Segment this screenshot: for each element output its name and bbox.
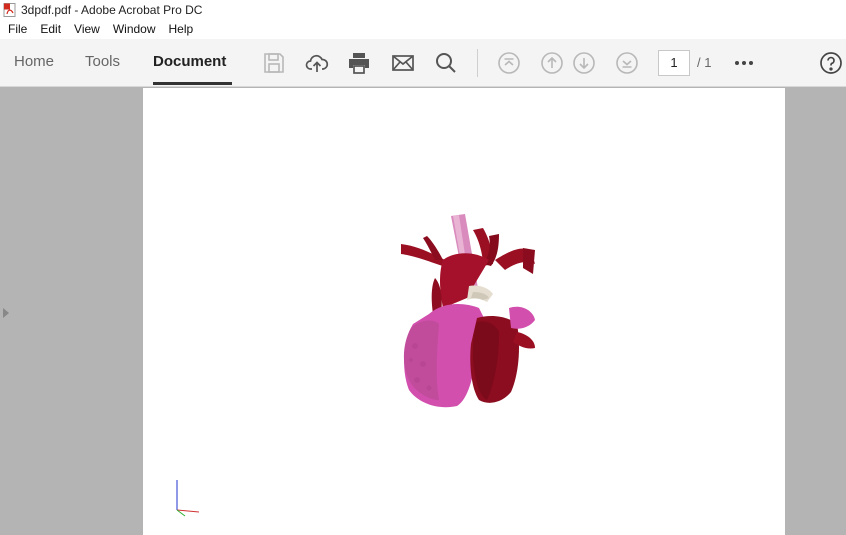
toolbar-separator <box>477 49 478 77</box>
envelope-icon[interactable] <box>391 51 415 75</box>
menu-edit[interactable]: Edit <box>40 22 61 36</box>
tab-tools[interactable]: Tools <box>85 53 120 70</box>
menu-help[interactable]: Help <box>169 22 194 36</box>
search-icon[interactable] <box>434 51 458 75</box>
menu-window[interactable]: Window <box>113 22 156 36</box>
help-icon[interactable] <box>819 51 843 75</box>
print-icon[interactable] <box>347 51 371 75</box>
menu-view[interactable]: View <box>74 22 100 36</box>
save-icon[interactable] <box>262 51 286 75</box>
tab-home[interactable]: Home <box>14 53 54 70</box>
menu-bar: File Edit View Window Help <box>0 19 846 39</box>
pdf-file-icon <box>3 2 17 17</box>
toolbar: Home Tools Document 1 / 1 <box>0 39 846 87</box>
cloud-upload-icon[interactable] <box>305 51 329 75</box>
window-title: 3dpdf.pdf - Adobe Acrobat Pro DC <box>21 2 203 17</box>
arrow-down-icon[interactable] <box>572 51 596 75</box>
document-page[interactable] <box>143 88 785 535</box>
more-icon[interactable] <box>732 51 756 75</box>
last-page-icon[interactable] <box>615 51 639 75</box>
menu-file[interactable]: File <box>8 22 27 36</box>
expand-panel-arrow-icon[interactable] <box>3 308 9 318</box>
3d-model-view[interactable] <box>143 88 785 535</box>
first-page-icon[interactable] <box>497 51 521 75</box>
page-number-input[interactable]: 1 <box>658 50 690 76</box>
arrow-up-icon[interactable] <box>540 51 564 75</box>
title-bar: 3dpdf.pdf - Adobe Acrobat Pro DC <box>0 0 846 19</box>
active-tab-indicator <box>153 82 232 85</box>
tab-document[interactable]: Document <box>153 53 226 70</box>
page-total-label: / 1 <box>697 55 712 70</box>
